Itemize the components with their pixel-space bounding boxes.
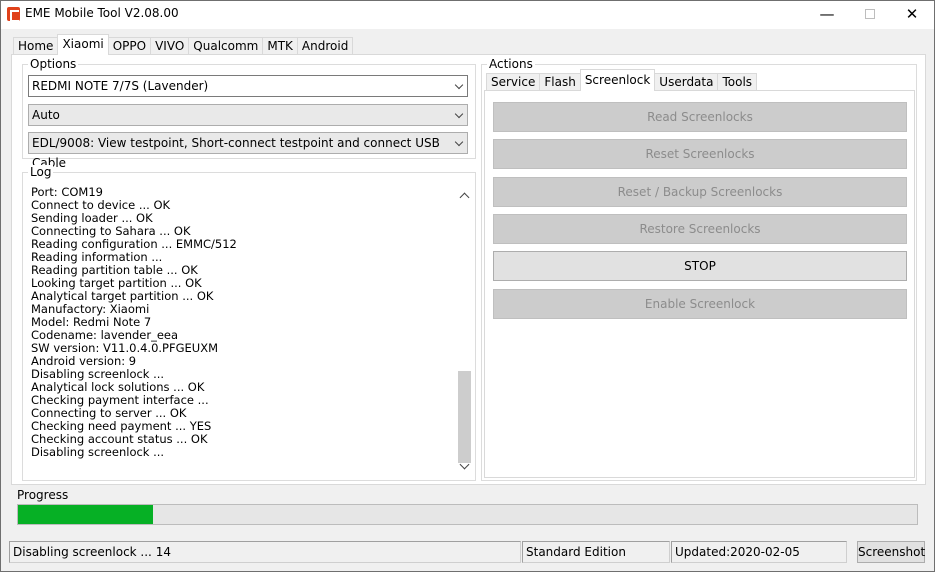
maximize-icon: [865, 9, 875, 19]
title-bar: EME Mobile Tool V2.08.00 — ✕: [1, 1, 934, 29]
tab-home[interactable]: Home: [13, 37, 59, 55]
chevron-down-icon: [454, 80, 464, 90]
log-lines: Port: COM19 Connect to device ... OK Sen…: [31, 186, 237, 459]
connection-select-value: EDL/9008: View testpoint, Short-connect …: [32, 136, 440, 170]
screenlock-tab-page: Read Screenlocks Reset Screenlocks Reset…: [484, 90, 915, 478]
options-label: Options: [28, 57, 79, 71]
minimize-button[interactable]: —: [804, 1, 850, 29]
progress-fill: [18, 505, 153, 524]
read-screenlocks-button[interactable]: Read Screenlocks: [493, 102, 907, 132]
progress-label: Progress: [17, 488, 69, 502]
tab-tools[interactable]: Tools: [717, 73, 758, 91]
tab-userdata[interactable]: Userdata: [654, 73, 719, 91]
options-group: Options REDMI NOTE 7/7S (Lavender) Auto …: [22, 57, 476, 170]
log-textbox[interactable]: Port: COM19 Connect to device ... OK Sen…: [27, 182, 473, 477]
reset-backup-screenlocks-button[interactable]: Reset / Backup Screenlocks: [493, 177, 907, 207]
chevron-up-icon[interactable]: [459, 192, 470, 203]
main-window: EME Mobile Tool V2.08.00 — ✕ Home Xiaomi…: [0, 0, 935, 572]
tab-oppo[interactable]: OPPO: [107, 37, 152, 55]
log-line: Disabling screenlock ...: [31, 445, 165, 459]
actions-label: Actions: [487, 57, 535, 71]
maximize-button[interactable]: [847, 1, 893, 29]
tab-service[interactable]: Service: [486, 73, 541, 91]
mode-select[interactable]: Auto: [28, 104, 468, 126]
status-message: Disabling screenlock ... 14: [9, 541, 521, 563]
screenshot-button[interactable]: Screenshot: [857, 541, 925, 563]
log-group: Log Port: COM19 Connect to device ... OK…: [22, 165, 476, 481]
actions-tab-strip: Service Flash Screenlock Userdata Tools: [486, 69, 758, 91]
tab-mtk[interactable]: MTK: [262, 37, 298, 55]
app-logo-icon: [7, 7, 20, 22]
scrollbar-thumb[interactable]: [458, 371, 471, 463]
chevron-down-icon: [454, 109, 464, 119]
enable-screenlock-button[interactable]: Enable Screenlock: [493, 289, 907, 319]
tab-screenlock[interactable]: Screenlock: [579, 69, 656, 91]
restore-screenlocks-button[interactable]: Restore Screenlocks: [493, 214, 907, 244]
log-scrollbar[interactable]: [457, 188, 473, 478]
stop-button[interactable]: STOP: [493, 251, 907, 281]
mode-select-value: Auto: [32, 108, 60, 122]
tab-vivo[interactable]: VIVO: [150, 37, 190, 55]
tab-android[interactable]: Android: [296, 37, 354, 55]
log-label: Log: [28, 165, 54, 179]
reset-screenlocks-button[interactable]: Reset Screenlocks: [493, 139, 907, 169]
device-select-value: REDMI NOTE 7/7S (Lavender): [32, 79, 209, 93]
top-tab-strip: Home Xiaomi OPPO VIVO Qualcomm MTK Andro…: [13, 34, 354, 55]
connection-select[interactable]: EDL/9008: View testpoint, Short-connect …: [28, 132, 468, 170]
device-select[interactable]: REDMI NOTE 7/7S (Lavender): [28, 75, 468, 97]
window-title: EME Mobile Tool V2.08.00: [25, 6, 179, 20]
tab-xiaomi[interactable]: Xiaomi: [57, 34, 109, 55]
progress-bar: [17, 504, 918, 525]
edition-label: Standard Edition: [522, 541, 670, 563]
close-button[interactable]: ✕: [889, 1, 935, 29]
tab-qualcomm[interactable]: Qualcomm: [188, 37, 264, 55]
chevron-down-icon: [454, 137, 464, 147]
updated-label: Updated:2020-02-05: [671, 541, 847, 563]
tab-flash[interactable]: Flash: [539, 73, 581, 91]
